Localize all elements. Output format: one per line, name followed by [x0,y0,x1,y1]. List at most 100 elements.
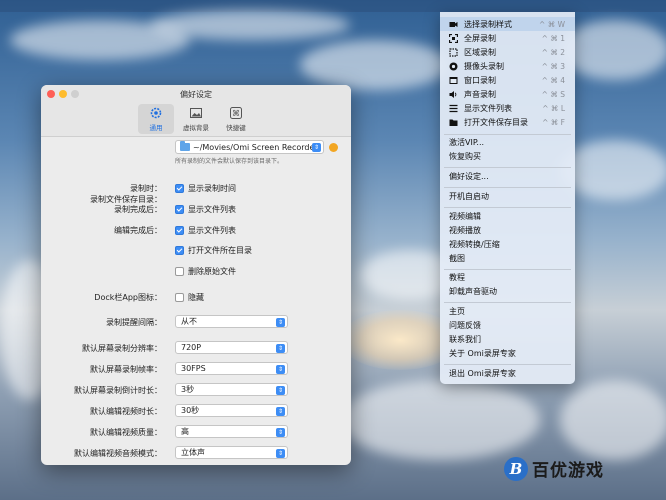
folder-icon [449,118,458,127]
menu-shortcut: ^ ⌘ 3 [541,62,565,71]
menu-item-select-style[interactable]: 选择录制样式 ^ ⌘ W [440,18,575,31]
resolution-value: 720P [181,343,202,352]
window-title: 偏好设定 [180,90,212,99]
checkbox-checked[interactable] [175,204,184,214]
menu-item-label: 恢复购买 [449,152,481,161]
menu-item-window[interactable]: 窗口录制 ^ ⌘ 4 [440,74,575,87]
menu-item-label: 关于 Omi录屏专家 [449,349,516,358]
reminder-interval-select[interactable]: 从不 ⇕ [175,315,288,328]
framerate-select[interactable]: 30FPS ⇕ [175,362,288,375]
edit-quality-label: 默认编辑视频质量： [90,427,162,437]
webcam-icon [449,62,458,71]
audio-mode-select[interactable]: 立体声 ⇕ [175,446,288,459]
edit-quality-select[interactable]: 高 ⇕ [175,425,288,438]
menu-item-open-folder[interactable]: 打开文件保存目录 ^ ⌘ F [440,116,575,129]
menu-item-label: 卸载声音驱动 [449,287,497,296]
menu-item-label: 视频编辑 [449,212,481,221]
tab-general[interactable]: 通用 [138,104,174,134]
menu-item-tutorial[interactable]: 教程 [440,271,575,284]
chevron-updown-icon: ⇕ [276,364,285,374]
preferences-toolbar: 通用 虚拟背景 ⌘ 快捷键 [41,103,351,137]
menu-shortcut: ^ ⌘ 4 [541,76,565,85]
menu-item-label: 激活VIP... [449,138,485,147]
edit-duration-select[interactable]: 30秒 ⇕ [175,404,288,417]
menu-shortcut: ^ ⌘ 1 [541,34,565,43]
countdown-select[interactable]: 3秒 ⇕ [175,383,288,396]
hide-dock-icon-checkbox[interactable]: 隐藏 [175,292,204,303]
menu-item-homepage[interactable]: 主页 [440,305,575,318]
menu-item-launch-at-login[interactable]: 开机自启动 [440,190,575,203]
menu-item-restore-purchase[interactable]: 恢复购买 [440,150,575,163]
menu-item-label: 问题反馈 [449,321,481,330]
status-menu: 选择录制样式 ^ ⌘ W 全屏录制 ^ ⌘ 1 区域录制 ^ ⌘ 2 摄像头录制… [440,12,575,384]
reminder-interval-label: 录制提醒间隔： [106,317,162,327]
menu-item-feedback[interactable]: 问题反馈 [440,319,575,332]
checkbox-unchecked[interactable] [175,292,184,302]
tab-virtual-background[interactable]: 虚拟背景 [178,104,214,134]
menu-item-file-list[interactable]: 显示文件列表 ^ ⌘ L [440,102,575,115]
menu-item-label: 教程 [449,273,465,282]
countdown-value: 3秒 [181,385,195,394]
delete-original-checkbox[interactable]: 删除原始文件 [175,266,236,277]
menu-item-screenshot[interactable]: 截图 [440,252,575,265]
speaker-icon [449,90,458,99]
menu-item-label: 开机自启动 [449,192,489,201]
menu-item-uninstall-driver[interactable]: 卸载声音驱动 [440,285,575,298]
chevron-updown-icon: ⇕ [276,385,285,395]
checkbox-unchecked[interactable] [175,266,184,276]
menu-item-label: 偏好设定... [449,172,489,181]
tab-shortcuts-label: 快捷键 [226,124,246,132]
chevron-updown-icon: ⇕ [312,143,321,152]
menu-item-preferences[interactable]: 偏好设定... [440,170,575,183]
menu-item-region[interactable]: 区域录制 ^ ⌘ 2 [440,46,575,59]
chevron-updown-icon: ⇕ [276,448,285,458]
chevron-updown-icon: ⇕ [276,406,285,416]
cloud [560,20,666,80]
reveal-folder-button[interactable] [329,143,338,152]
checkbox-checked[interactable] [175,225,184,235]
show-record-time-checkbox[interactable]: 显示录制时间 [175,183,236,194]
cloud [560,380,666,460]
menu-separator [444,302,571,303]
menu-separator [444,269,571,270]
menu-shortcut: ^ ⌘ 2 [541,48,565,57]
watermark-text: 百优游戏 [532,461,604,481]
menu-item-fullscreen[interactable]: 全屏录制 ^ ⌘ 1 [440,32,575,45]
window-icon [449,76,458,85]
countdown-label: 默认屏幕录制倒计时长： [74,385,162,395]
tab-shortcuts[interactable]: ⌘ 快捷键 [218,104,254,134]
menu-item-quit[interactable]: 退出 Omi录屏专家 [440,367,575,380]
resolution-select[interactable]: 720P ⇕ [175,341,288,354]
checkbox-checked[interactable] [175,183,184,193]
menu-item-audio[interactable]: 声音录制 ^ ⌘ S [440,88,575,101]
menu-item-webcam[interactable]: 摄像头录制 ^ ⌘ 3 [440,60,575,73]
after-editing-label: 编辑完成后： [114,225,162,235]
menu-item-label: 主页 [449,307,465,316]
tab-virtual-background-label: 虚拟背景 [183,124,209,132]
save-dir-select[interactable]: ~/Movies/Omi Screen Recorder ⇕ [175,140,324,154]
camera-icon [449,20,458,29]
after-edit-show-list-checkbox[interactable]: 显示文件列表 [175,225,236,236]
region-icon [449,48,458,57]
menu-item-label: 截图 [449,254,465,263]
menu-item-video-edit[interactable]: 视频编辑 [440,210,575,223]
edit-duration-value: 30秒 [181,406,200,415]
title-bar: 偏好设定 [41,85,351,103]
save-dir-hint: 所有录制的文件会默认保存到该目录下。 [175,158,284,165]
cloud [560,140,666,200]
fullscreen-icon [449,34,458,43]
open-folder-text: 打开文件所在目录 [188,245,252,255]
tab-general-label: 通用 [149,124,163,132]
after-record-show-list-checkbox[interactable]: 显示文件列表 [175,204,236,215]
menu-item-contact[interactable]: 联系我们 [440,333,575,346]
menu-separator [444,207,571,208]
menu-item-video-convert[interactable]: 视频转换/压缩 [440,238,575,251]
checkbox-checked[interactable] [175,245,184,255]
menu-item-about[interactable]: 关于 Omi录屏专家 [440,347,575,360]
chevron-updown-icon: ⇕ [276,317,285,327]
menu-separator [444,167,571,168]
menu-item-video-play[interactable]: 视频播放 [440,224,575,237]
open-folder-checkbox[interactable]: 打开文件所在目录 [175,245,252,256]
menu-item-activate-vip[interactable]: 激活VIP... [440,136,575,149]
menu-item-label: 视频播放 [449,226,481,235]
